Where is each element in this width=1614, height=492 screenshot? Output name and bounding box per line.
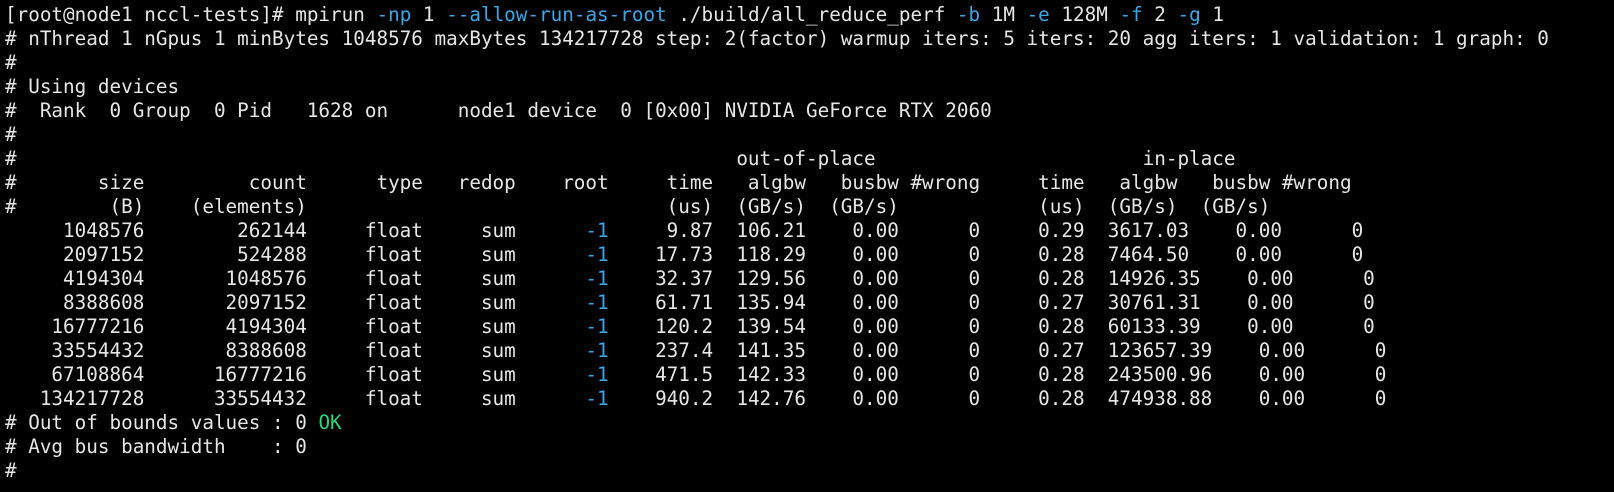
table-row: 1048576 262144 float sum -1 9.87 106.21 … — [5, 219, 1614, 243]
row-values-right: 9.87 106.21 0.00 0 0.29 3617.03 0.00 0 — [608, 219, 1364, 242]
comment-line: # — [5, 459, 17, 482]
table-group-header: # out-of-place in-place — [5, 147, 1236, 170]
comment-line: # — [5, 123, 17, 146]
config-line: # nThread 1 nGpus 1 minBytes 1048576 max… — [5, 27, 1549, 50]
f-flag: -f — [1119, 3, 1143, 26]
comment-line: # — [5, 51, 17, 74]
g-value: 1 — [1212, 3, 1224, 26]
table-row: 33554432 8388608 float sum -1 237.4 141.… — [5, 339, 1614, 363]
root-value: -1 — [585, 291, 609, 314]
table-units-header: # (B) (elements) (us) (GB/s) (GB/s) (us)… — [5, 195, 1271, 218]
ok-status: OK — [318, 411, 342, 434]
row-values-left: 1048576 262144 float sum — [5, 219, 586, 242]
table-row: 134217728 33554432 float sum -1 940.2 14… — [5, 387, 1614, 411]
command-line: [root@node1 nccl-tests]# mpirun -np 1 --… — [5, 3, 1614, 27]
root-value: -1 — [585, 387, 609, 410]
using-devices-line: # Using devices — [5, 75, 180, 98]
e-flag: -e — [1026, 3, 1050, 26]
row-values-left: 33554432 8388608 float sum — [5, 339, 586, 362]
root-value: -1 — [585, 243, 609, 266]
table-row: 2097152 524288 float sum -1 17.73 118.29… — [5, 243, 1614, 267]
row-values-right: 940.2 142.76 0.00 0 0.28 474938.88 0.00 … — [608, 387, 1387, 410]
b-value: 1M — [991, 3, 1015, 26]
row-values-left: 16777216 4194304 float sum — [5, 315, 586, 338]
binary-path: ./build/all_reduce_perf — [678, 3, 946, 26]
row-values-left: 134217728 33554432 float sum — [5, 387, 586, 410]
root-value: -1 — [585, 339, 609, 362]
shell-prompt: [root@node1 nccl-tests]# — [5, 3, 296, 26]
root-value: -1 — [585, 315, 609, 338]
b-flag: -b — [956, 3, 981, 26]
row-values-left: 67108864 16777216 float sum — [5, 363, 586, 386]
out-of-bounds-text: # Out of bounds values : 0 — [5, 411, 319, 434]
table-row: 8388608 2097152 float sum -1 61.71 135.9… — [5, 291, 1614, 315]
device-line: # Rank 0 Group 0 Pid 1628 on node1 devic… — [5, 99, 992, 122]
root-value: -1 — [585, 363, 609, 386]
np-value: 1 — [422, 3, 435, 26]
table-row: 67108864 16777216 float sum -1 471.5 142… — [5, 363, 1614, 387]
table-column-header: # size count type redop root time algbw … — [5, 171, 1352, 194]
root-value: -1 — [585, 267, 609, 290]
table-row: 4194304 1048576 float sum -1 32.37 129.5… — [5, 267, 1614, 291]
row-values-right: 237.4 141.35 0.00 0 0.27 123657.39 0.00 … — [608, 339, 1387, 362]
root-value: -1 — [585, 219, 609, 242]
row-values-right: 61.71 135.94 0.00 0 0.27 30761.31 0.00 0 — [608, 291, 1375, 314]
command-program: mpirun — [295, 3, 365, 26]
row-values-right: 32.37 129.56 0.00 0 0.28 14926.35 0.00 0 — [608, 267, 1375, 290]
f-value: 2 — [1154, 3, 1166, 26]
row-values-left: 8388608 2097152 float sum — [5, 291, 586, 314]
row-values-right: 471.5 142.33 0.00 0 0.28 243500.96 0.00 … — [608, 363, 1387, 386]
row-values-left: 4194304 1048576 float sum — [5, 267, 586, 290]
avg-bus-bandwidth-line: # Avg bus bandwidth : 0 — [5, 435, 307, 458]
row-values-right: 120.2 139.54 0.00 0 0.28 60133.39 0.00 0 — [608, 315, 1375, 338]
np-flag: -np — [376, 3, 412, 26]
allow-root-flag: --allow-run-as-root — [446, 3, 667, 26]
row-values-right: 17.73 118.29 0.00 0 0.28 7464.50 0.00 0 — [608, 243, 1364, 266]
g-flag: -g — [1177, 3, 1201, 26]
table-row: 16777216 4194304 float sum -1 120.2 139.… — [5, 315, 1614, 339]
row-values-left: 2097152 524288 float sum — [5, 243, 586, 266]
terminal-window[interactable]: [root@node1 nccl-tests]# mpirun -np 1 --… — [0, 0, 1614, 492]
e-value: 128M — [1061, 3, 1108, 26]
out-of-bounds-line: # Out of bounds values : 0 OK — [5, 411, 1614, 435]
